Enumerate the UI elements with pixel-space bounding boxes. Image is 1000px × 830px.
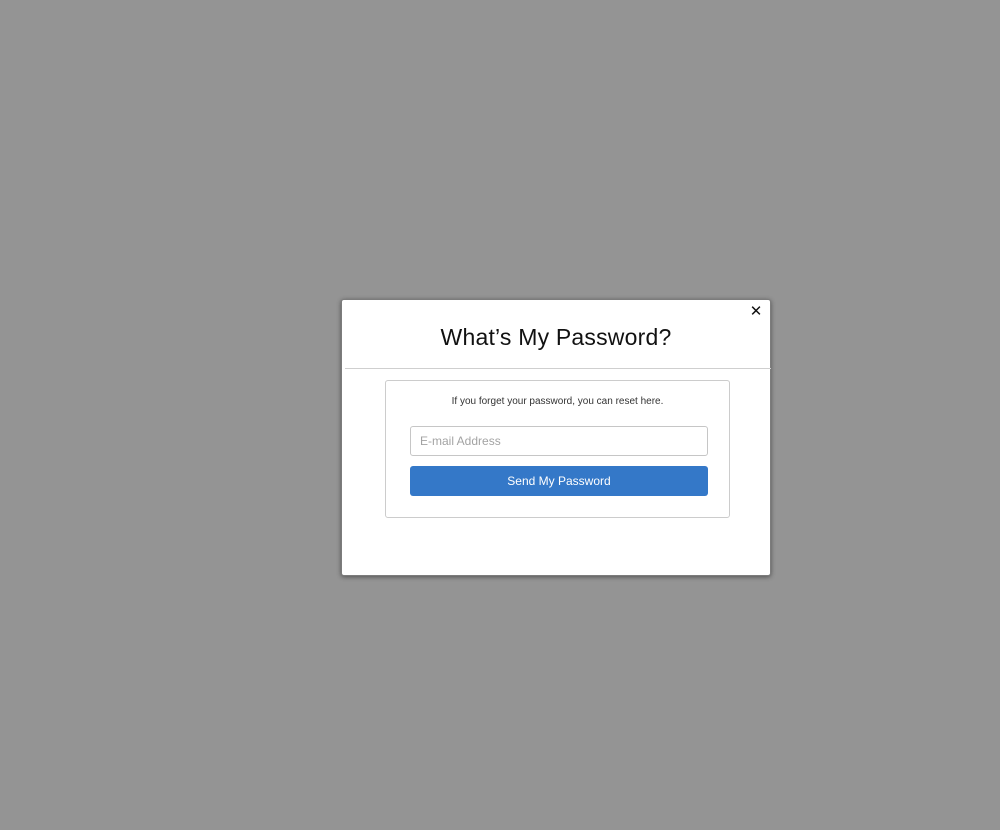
forgot-password-dialog: ✕ What’s My Password? If you forget your… [341, 299, 771, 576]
reset-instruction-text: If you forget your password, you can res… [451, 396, 664, 407]
email-field[interactable] [410, 426, 708, 456]
reset-form-panel: If you forget your password, you can res… [385, 380, 730, 518]
send-password-button[interactable]: Send My Password [410, 466, 708, 496]
close-icon[interactable]: ✕ [748, 303, 764, 319]
title-divider [345, 368, 771, 369]
dialog-title: What’s My Password? [440, 324, 672, 350]
